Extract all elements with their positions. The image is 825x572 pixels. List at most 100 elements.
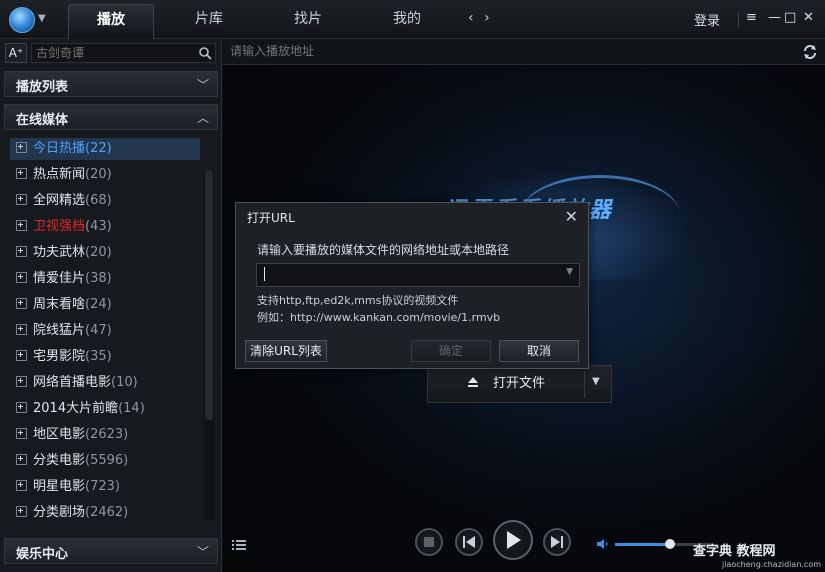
previous-button[interactable] (455, 528, 483, 556)
section-playlist[interactable]: 播放列表 ﹀ (4, 71, 218, 97)
close-icon[interactable]: ✕ (565, 207, 578, 226)
expand-icon[interactable] (16, 402, 27, 413)
list-item[interactable]: 网络首播电影(10) (10, 372, 200, 394)
main-menu-caret-icon[interactable]: ▼ (38, 13, 46, 24)
list-item-count: (14) (118, 401, 145, 416)
open-file-button[interactable]: 打开文件 (428, 366, 584, 402)
list-item[interactable]: 全网精选(68) (10, 190, 200, 212)
list-item[interactable]: 宅男影院(35) (10, 346, 200, 368)
expand-icon[interactable] (16, 298, 27, 309)
list-item-count: (38) (85, 271, 112, 286)
back-arrow-icon[interactable]: ‹ (468, 10, 474, 26)
maximize-icon[interactable]: □ (784, 10, 796, 25)
login-button[interactable]: 登录 (694, 10, 720, 29)
dialog-title: 打开URL (247, 211, 295, 225)
tab-find[interactable]: 找片 (265, 4, 351, 39)
play-button[interactable] (493, 520, 533, 560)
list-item-label: 宅男影院 (33, 349, 86, 364)
open-file-button-group: 打开文件 ▼ (427, 365, 612, 403)
open-file-divider (584, 370, 585, 398)
expand-icon[interactable] (16, 272, 27, 283)
list-item-label: 周末看啥 (33, 297, 86, 312)
search-icon[interactable] (199, 47, 212, 60)
list-item[interactable]: 分类剧场(2462) (10, 502, 200, 524)
url-combobox: ▼ (256, 263, 580, 287)
list-item-count: (24) (85, 297, 112, 312)
play-icon (507, 531, 521, 549)
stop-button[interactable] (415, 528, 443, 556)
expand-icon[interactable] (16, 194, 27, 205)
sidebar-scrollbar-thumb[interactable] (205, 170, 213, 420)
address-bar (223, 39, 825, 65)
dialog-prompt: 请输入要播放的媒体文件的网络地址或本地路径 (257, 243, 510, 257)
app-logo-icon[interactable] (9, 7, 35, 33)
cancel-button[interactable]: 取消 (499, 340, 579, 362)
close-icon[interactable]: ✕ (803, 10, 814, 25)
chevron-down-icon: ﹀ (196, 545, 209, 559)
list-item-count: (2623) (85, 427, 129, 442)
list-item[interactable]: 热点新闻(20) (10, 164, 200, 186)
url-input[interactable] (263, 266, 553, 282)
open-file-label: 打开文件 (492, 376, 545, 391)
list-item[interactable]: 明星电影(723) (10, 476, 200, 498)
search-input[interactable] (36, 44, 196, 62)
list-item[interactable]: 2014大片前瞻(14) (10, 398, 200, 420)
list-item-count: (5596) (85, 453, 129, 468)
tab-library[interactable]: 片库 (166, 4, 252, 39)
list-item-count: (723) (85, 479, 120, 494)
list-item[interactable]: 功夫武林(20) (10, 242, 200, 264)
stop-icon (424, 537, 434, 547)
expand-icon[interactable] (16, 246, 27, 257)
expand-icon[interactable] (16, 506, 27, 517)
list-item-label: 功夫武林 (33, 245, 86, 260)
list-item[interactable]: 分类电影(5596) (10, 450, 200, 472)
chevron-down-icon[interactable]: ▼ (566, 267, 573, 277)
clear-url-list-button[interactable]: 清除URL列表 (245, 340, 327, 362)
expand-icon[interactable] (16, 324, 27, 335)
list-item-count: (43) (85, 219, 112, 234)
list-item-count: (35) (85, 349, 112, 364)
expand-icon[interactable] (16, 220, 27, 231)
playlist-toggle-icon[interactable] (232, 539, 246, 551)
address-input[interactable] (230, 42, 770, 60)
list-item[interactable]: 情爱佳片(38) (10, 268, 200, 290)
expand-icon[interactable] (16, 480, 27, 491)
expand-icon[interactable] (16, 428, 27, 439)
list-item-label: 地区电影 (33, 427, 86, 442)
supported-protocols-text: 支持http,ftp,ed2k,mms协议的视频文件 (257, 294, 459, 307)
volume-slider-handle[interactable] (665, 539, 675, 549)
list-item-label: 院线猛片 (33, 323, 86, 338)
expand-icon[interactable] (16, 168, 27, 179)
next-button[interactable] (543, 528, 571, 556)
list-item-label: 热点新闻 (33, 167, 86, 182)
forward-arrow-icon[interactable]: › (484, 10, 490, 26)
expand-icon[interactable] (16, 376, 27, 387)
expand-icon[interactable] (16, 142, 27, 153)
list-item[interactable]: 院线猛片(47) (10, 320, 200, 342)
section-online-media[interactable]: 在线媒体 ︿ (4, 104, 218, 130)
list-item-count: (22) (85, 141, 112, 156)
list-item-label: 分类剧场 (33, 505, 86, 520)
list-item-count: (47) (85, 323, 112, 338)
volume-icon[interactable] (597, 538, 609, 550)
refresh-icon[interactable] (802, 44, 818, 60)
topbar-separator (738, 12, 739, 28)
minimize-icon[interactable]: — (768, 10, 781, 25)
tab-mine[interactable]: 我的 (364, 4, 450, 39)
expand-icon[interactable] (16, 350, 27, 361)
menu-icon[interactable]: ≡ (746, 10, 757, 25)
font-size-button[interactable]: A⁺ (5, 43, 27, 63)
expand-icon[interactable] (16, 454, 27, 465)
section-entertainment-label: 娱乐中心 (16, 547, 69, 562)
tab-play[interactable]: 播放 (68, 4, 154, 39)
list-item[interactable]: 地区电影(2623) (10, 424, 200, 446)
ok-button[interactable]: 确定 (411, 340, 491, 362)
open-file-dropdown-icon[interactable]: ▼ (592, 376, 600, 387)
volume-slider-fill (615, 543, 670, 546)
list-item[interactable]: 周末看啥(24) (10, 294, 200, 316)
list-item[interactable]: 卫视强档(43) (10, 216, 200, 238)
list-item-count: (20) (85, 167, 112, 182)
list-item-count: (68) (85, 193, 112, 208)
list-item-today-hot[interactable]: 今日热播(22) (10, 138, 200, 160)
section-entertainment[interactable]: 娱乐中心 ﹀ (4, 538, 218, 564)
